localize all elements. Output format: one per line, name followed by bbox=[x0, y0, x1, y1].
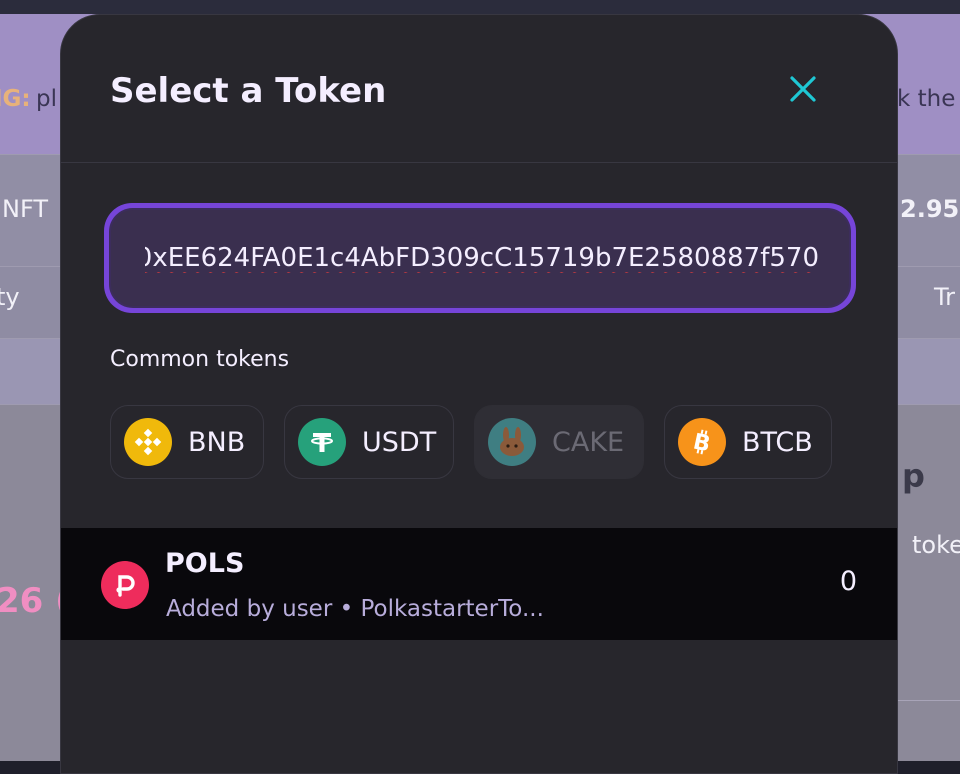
search-input-wrapper bbox=[104, 203, 856, 313]
bg-row2-right: Tr bbox=[934, 283, 955, 311]
usdt-icon bbox=[298, 418, 346, 466]
common-token-usdt[interactable]: USDT bbox=[284, 405, 454, 479]
token-list-item-pols[interactable]: POLS Added by user • PolkastarterTo... 0 bbox=[61, 528, 897, 640]
warning-text-right: k the bbox=[897, 86, 956, 112]
bg-card-sub: toke bbox=[912, 531, 960, 559]
chip-label-usdt: USDT bbox=[362, 426, 437, 458]
warning-prefix: IG: bbox=[0, 86, 31, 112]
chip-label-cake: CAKE bbox=[552, 426, 625, 458]
warning-text-left: pl bbox=[36, 86, 57, 112]
btcb-icon: B bbox=[678, 418, 726, 466]
chip-label-bnb: BNB bbox=[188, 426, 246, 458]
bg-nft-label: NFT bbox=[2, 195, 48, 223]
token-balance: 0 bbox=[839, 566, 857, 597]
close-button[interactable] bbox=[785, 71, 821, 107]
chip-label-btcb: BTCB bbox=[742, 426, 813, 458]
bg-card-title: p bbox=[902, 457, 925, 495]
token-search-input[interactable] bbox=[109, 208, 851, 308]
cake-icon bbox=[488, 418, 536, 466]
bg-nft-value: 2.952 bbox=[900, 195, 960, 223]
token-symbol: POLS bbox=[165, 548, 245, 579]
select-token-modal: Select a Token Common tokens bbox=[60, 14, 898, 774]
app-top-bar bbox=[0, 0, 960, 14]
modal-header: Select a Token bbox=[61, 15, 897, 163]
common-token-cake[interactable]: CAKE bbox=[474, 405, 644, 479]
modal-title: Select a Token bbox=[110, 71, 387, 111]
close-icon bbox=[790, 76, 816, 102]
token-subtitle: Added by user • PolkastarterTo... bbox=[166, 596, 544, 622]
common-token-btcb[interactable]: B BTCB bbox=[664, 405, 832, 479]
common-tokens-label: Common tokens bbox=[110, 347, 290, 372]
bg-divider bbox=[897, 700, 960, 701]
bg-row2-left: ty bbox=[0, 283, 20, 311]
common-token-bnb[interactable]: BNB bbox=[110, 405, 264, 479]
pols-icon bbox=[101, 561, 149, 609]
bnb-icon bbox=[124, 418, 172, 466]
